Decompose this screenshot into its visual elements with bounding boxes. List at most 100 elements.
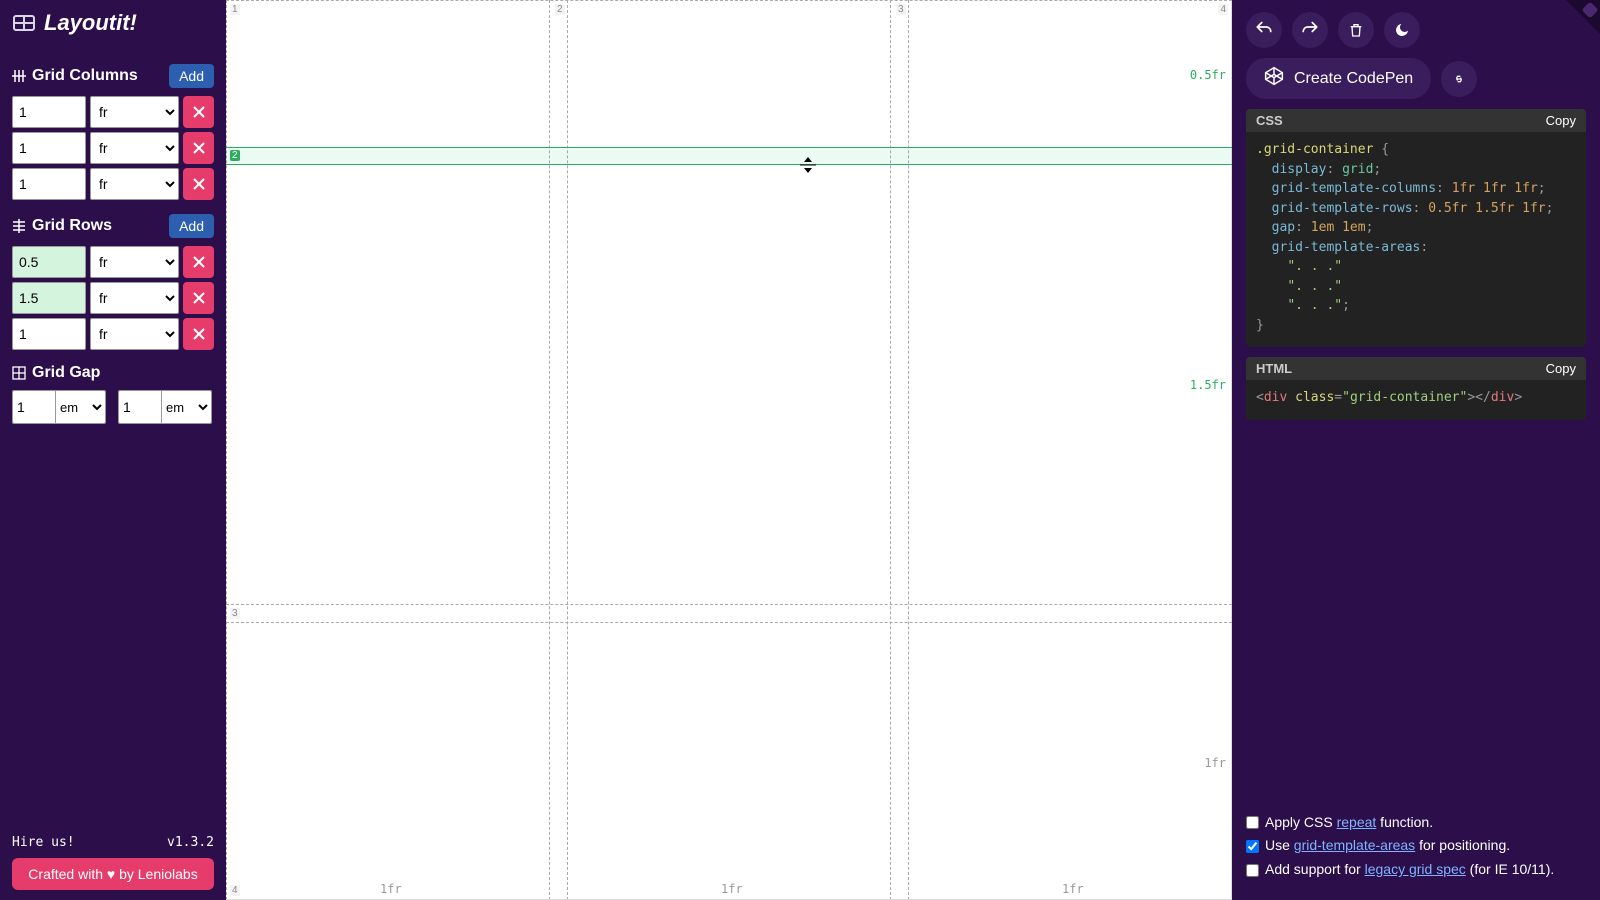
col-line[interactable]: [908, 0, 909, 900]
codepen-icon: [1264, 66, 1284, 91]
logo-icon: [12, 11, 36, 35]
col-line-num: 1: [230, 4, 240, 15]
gap-icon: [12, 366, 26, 380]
columns-icon: [12, 69, 26, 83]
undo-button[interactable]: [1246, 12, 1282, 48]
top-actions: [1246, 12, 1586, 48]
remove-column-button[interactable]: [183, 132, 214, 164]
repeat-link[interactable]: repeat: [1337, 814, 1377, 830]
grid-canvas[interactable]: 1 2 3 4 2 3 4 1fr 1fr 1fr 0.5fr 1.5fr 1f…: [226, 0, 1232, 900]
row-fr-label: 1fr: [1204, 756, 1226, 770]
row-line-active[interactable]: [226, 147, 1232, 165]
dark-mode-button[interactable]: [1384, 12, 1420, 48]
copy-css-button[interactable]: Copy: [1546, 113, 1576, 128]
rows-label: Grid Rows: [32, 217, 112, 235]
css-title: CSS: [1256, 113, 1283, 128]
row-line-num-active: 2: [230, 150, 240, 161]
row-size-input[interactable]: [12, 282, 86, 314]
row-unit-select[interactable]: fr: [90, 282, 179, 314]
row-track-row: fr: [12, 318, 214, 350]
copy-html-button[interactable]: Copy: [1546, 361, 1576, 376]
legacy-link[interactable]: legacy grid spec: [1365, 861, 1466, 877]
areas-link[interactable]: grid-template-areas: [1294, 837, 1415, 853]
col-line[interactable]: [890, 0, 891, 900]
column-track-row: fr: [12, 132, 214, 164]
option-areas-checkbox[interactable]: [1246, 840, 1259, 853]
right-panel: Create CodePen CSS Copy .grid-container …: [1232, 0, 1600, 900]
gap-header: Grid Gap: [12, 364, 214, 382]
row-track-row: fr: [12, 246, 214, 278]
gap-col-input[interactable]: [13, 391, 55, 423]
column-unit-select[interactable]: fr: [90, 132, 179, 164]
row-fr-label: 0.5fr: [1190, 68, 1226, 82]
gap-col-unit[interactable]: em: [55, 391, 105, 423]
col-line[interactable]: [549, 0, 550, 900]
column-size-input[interactable]: [12, 132, 86, 164]
col-line[interactable]: [567, 0, 568, 900]
permalink-button[interactable]: [1441, 61, 1477, 97]
add-column-button[interactable]: Add: [169, 64, 214, 88]
remove-row-button[interactable]: [183, 282, 214, 314]
columns-header: Grid Columns Add: [12, 64, 214, 88]
option-legacy[interactable]: Add support for legacy grid spec (for IE…: [1246, 858, 1586, 882]
corner-fold-icon[interactable]: [1566, 0, 1600, 34]
col-line[interactable]: [226, 0, 227, 900]
options: Apply CSS repeat function. Use grid-temp…: [1246, 811, 1586, 888]
remove-column-button[interactable]: [183, 96, 214, 128]
codepen-label: Create CodePen: [1294, 70, 1413, 88]
remove-row-button[interactable]: [183, 318, 214, 350]
column-track-row: fr: [12, 168, 214, 200]
hire-us-link[interactable]: Hire us!: [12, 835, 75, 850]
gap-row: em em: [12, 390, 214, 424]
row-line-num: 4: [230, 885, 240, 896]
sidebar-footer: Hire us! v1.3.2: [12, 835, 214, 850]
option-repeat[interactable]: Apply CSS repeat function.: [1246, 811, 1586, 835]
option-legacy-checkbox[interactable]: [1246, 864, 1259, 877]
row-fr-label: 1.5fr: [1190, 378, 1226, 392]
crafted-by-button[interactable]: Crafted with ♥ by Leniolabs: [12, 858, 214, 890]
option-repeat-checkbox[interactable]: [1246, 816, 1259, 829]
sidebar: Layoutit! Grid Columns Add fr fr fr Grid…: [0, 0, 226, 900]
reset-button[interactable]: [1338, 12, 1374, 48]
version-label: v1.3.2: [167, 835, 214, 850]
col-line-num: 2: [555, 4, 565, 15]
column-size-input[interactable]: [12, 96, 86, 128]
create-codepen-button[interactable]: Create CodePen: [1246, 58, 1431, 99]
logo: Layoutit!: [12, 10, 214, 36]
col-fr-label: 1fr: [721, 882, 743, 896]
row-line-num: 3: [230, 608, 240, 619]
col-fr-label: 1fr: [380, 882, 402, 896]
add-row-button[interactable]: Add: [169, 214, 214, 238]
html-code[interactable]: <div class="grid-container"></div>: [1246, 380, 1586, 420]
gap-row-unit[interactable]: em: [161, 391, 211, 423]
row-line[interactable]: [226, 622, 1232, 623]
css-code[interactable]: .grid-container { display: grid; grid-te…: [1246, 132, 1586, 347]
row-line[interactable]: [226, 604, 1232, 605]
column-track-row: fr: [12, 96, 214, 128]
row-size-input[interactable]: [12, 246, 86, 278]
column-unit-select[interactable]: fr: [90, 96, 179, 128]
row-unit-select[interactable]: fr: [90, 246, 179, 278]
row-unit-select[interactable]: fr: [90, 318, 179, 350]
html-title: HTML: [1256, 361, 1292, 376]
columns-label: Grid Columns: [32, 67, 138, 85]
redo-button[interactable]: [1292, 12, 1328, 48]
css-panel: CSS Copy .grid-container { display: grid…: [1246, 109, 1586, 347]
col-line-num: 3: [896, 4, 906, 15]
col-fr-label: 1fr: [1062, 882, 1084, 896]
rows-header: Grid Rows Add: [12, 214, 214, 238]
col-line-num: 4: [1218, 4, 1228, 15]
row-size-input[interactable]: [12, 318, 86, 350]
gap-label: Grid Gap: [32, 364, 100, 382]
remove-row-button[interactable]: [183, 246, 214, 278]
html-panel: HTML Copy <div class="grid-container"></…: [1246, 357, 1586, 420]
remove-column-button[interactable]: [183, 168, 214, 200]
gap-row-input[interactable]: [119, 391, 161, 423]
option-areas[interactable]: Use grid-template-areas for positioning.: [1246, 834, 1586, 858]
row-line[interactable]: [226, 0, 1232, 1]
rows-icon: [12, 219, 26, 233]
row-track-row: fr: [12, 282, 214, 314]
column-size-input[interactable]: [12, 168, 86, 200]
app-title: Layoutit!: [44, 10, 137, 36]
column-unit-select[interactable]: fr: [90, 168, 179, 200]
